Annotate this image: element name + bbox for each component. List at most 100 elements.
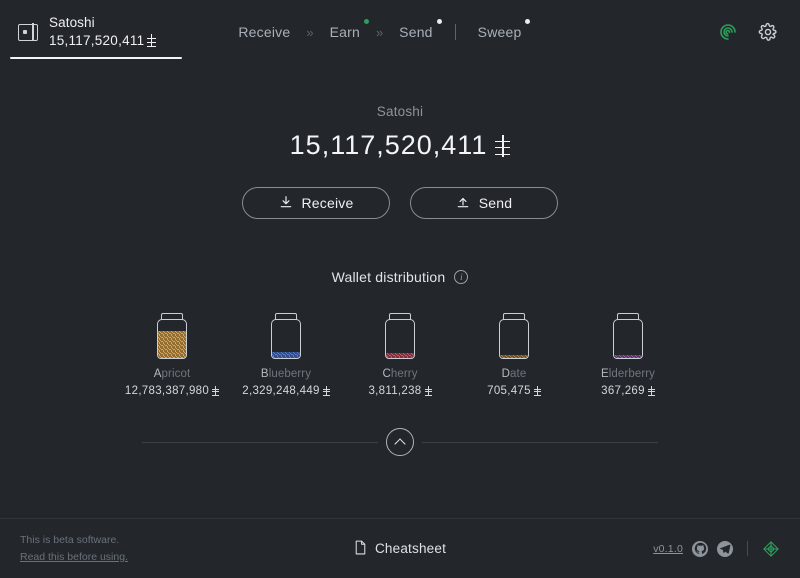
gear-icon[interactable]	[758, 22, 778, 42]
jar-label: Cherry	[382, 368, 418, 380]
jar-amount: 3,811,238	[368, 385, 432, 397]
receive-button[interactable]: Receive	[242, 187, 390, 219]
nav-item-sweep-label: Sweep	[477, 24, 522, 40]
document-icon	[354, 540, 367, 558]
account-balance: 15,117,520,411	[0, 130, 800, 161]
jar-fill	[158, 330, 186, 358]
ergo-logo-icon[interactable]	[718, 22, 738, 42]
account-balance-value: 15,117,520,411	[289, 130, 488, 160]
main-content: Satoshi 15,117,520,411 Receive Send Wall…	[0, 64, 800, 397]
erg-currency-icon-large	[495, 134, 511, 157]
telegram-icon[interactable]	[717, 540, 733, 557]
jar-body	[499, 319, 529, 359]
erg-currency-icon-small	[212, 386, 220, 396]
jar-label: Elderberry	[600, 368, 656, 380]
jar-item[interactable]: Blueberry 2,329,248,449	[229, 313, 343, 397]
collapse-toggle-button[interactable]	[386, 428, 414, 456]
jar-fill	[386, 353, 414, 358]
jar-body	[385, 319, 415, 359]
collapse-section	[0, 428, 800, 456]
jar-body	[157, 319, 187, 359]
wallet-meta: Satoshi 15,117,520,411	[49, 14, 157, 50]
jar-fill	[614, 354, 642, 358]
jar-label: Apricot	[153, 368, 191, 380]
erg-currency-icon-small	[322, 386, 330, 396]
jar-amount: 367,269	[601, 385, 655, 397]
top-bar: Satoshi 15,117,520,411 Receive » Earn » …	[0, 0, 800, 64]
jar-amount-value: 12,783,387,980	[124, 385, 210, 397]
footer-beta-notice: This is beta software. Read this before …	[20, 533, 128, 564]
nav-item-sweep[interactable]: Sweep	[468, 18, 532, 46]
footer-divider	[747, 541, 748, 556]
nav-divider	[454, 24, 456, 40]
jar-fill	[500, 355, 528, 358]
erg-currency-icon-small	[533, 386, 541, 396]
account-label: Satoshi	[376, 104, 424, 119]
footer: This is beta software. Read this before …	[0, 518, 800, 578]
main-navigation: Receive » Earn » Send Sweep	[228, 18, 531, 46]
download-arrow-icon	[279, 195, 293, 212]
jar-body	[271, 319, 301, 359]
nav-item-receive[interactable]: Receive	[228, 18, 300, 46]
nav-item-send-label: Send	[399, 24, 433, 40]
jar-label: Date	[501, 368, 527, 380]
wallet-tab-satoshi[interactable]: Satoshi 15,117,520,411	[0, 0, 183, 64]
beta-notice-link[interactable]: Read this before using.	[20, 550, 128, 564]
topbar-actions	[718, 22, 800, 42]
jar-item[interactable]: Elderberry 367,269	[571, 313, 685, 397]
nav-separator-2: »	[375, 24, 384, 40]
receive-button-label: Receive	[301, 195, 354, 211]
chevron-up-icon	[394, 437, 406, 450]
footer-links: v0.1.0	[653, 540, 780, 558]
ergo-logo-icon[interactable]	[762, 540, 780, 558]
jar-amount-value: 367,269	[601, 385, 645, 397]
jar-amount-value: 705,475	[487, 385, 531, 397]
divider-left	[142, 441, 378, 443]
jar-item[interactable]: Date 705,475	[457, 313, 571, 397]
wallet-balance-value: 15,117,520,411	[49, 32, 145, 48]
jar-body	[613, 319, 643, 359]
wallet-icon	[18, 23, 38, 41]
jar-icon	[613, 313, 643, 359]
erg-currency-icon-small	[647, 386, 655, 396]
jar-item[interactable]: Cherry 3,811,238	[343, 313, 457, 397]
nav-badge-sweep	[525, 19, 531, 24]
cheatsheet-label: Cheatsheet	[374, 541, 447, 556]
jar-amount-value: 2,329,248,449	[242, 385, 320, 397]
send-button[interactable]: Send	[410, 187, 558, 219]
jar-icon	[157, 313, 187, 359]
info-icon[interactable]: i	[454, 270, 469, 284]
upload-arrow-icon	[456, 195, 470, 212]
send-button-label: Send	[478, 195, 513, 211]
erg-currency-icon-small	[424, 386, 432, 396]
nav-badge-earn	[363, 19, 369, 24]
jar-amount: 2,329,248,449	[242, 385, 330, 397]
nav-item-earn[interactable]: Earn	[320, 18, 370, 46]
jar-amount: 12,783,387,980	[124, 385, 220, 397]
github-icon[interactable]	[692, 540, 708, 557]
primary-actions: Receive Send	[0, 187, 800, 219]
jar-icon	[271, 313, 301, 359]
wallet-name: Satoshi	[49, 14, 95, 30]
wallet-distribution-jars: Apricot 12,783,387,980 Blueberry 2,329,248,…	[0, 313, 800, 397]
jar-amount-value: 3,811,238	[368, 385, 422, 397]
jar-label: Blueberry	[260, 368, 312, 380]
cheatsheet-button[interactable]: Cheatsheet	[354, 540, 446, 558]
jar-icon	[499, 313, 529, 359]
jar-icon	[385, 313, 415, 359]
nav-item-earn-label: Earn	[329, 24, 360, 40]
jar-fill	[272, 351, 300, 358]
divider-right	[422, 441, 658, 443]
wallet-distribution-title: Wallet distribution	[331, 269, 446, 285]
nav-item-receive-label: Receive	[238, 24, 291, 40]
nav-item-send[interactable]: Send	[389, 18, 443, 46]
wallet-balance: 15,117,520,411	[49, 32, 157, 50]
version-label[interactable]: v0.1.0	[653, 543, 683, 555]
erg-currency-icon	[147, 34, 157, 48]
nav-badge-send	[436, 19, 442, 24]
wallet-distribution-header: Wallet distribution i	[0, 269, 800, 285]
jar-item[interactable]: Apricot 12,783,387,980	[115, 313, 229, 397]
nav-separator-1: »	[306, 24, 314, 40]
beta-notice-text: This is beta software.	[20, 533, 120, 546]
jar-amount: 705,475	[487, 385, 541, 397]
